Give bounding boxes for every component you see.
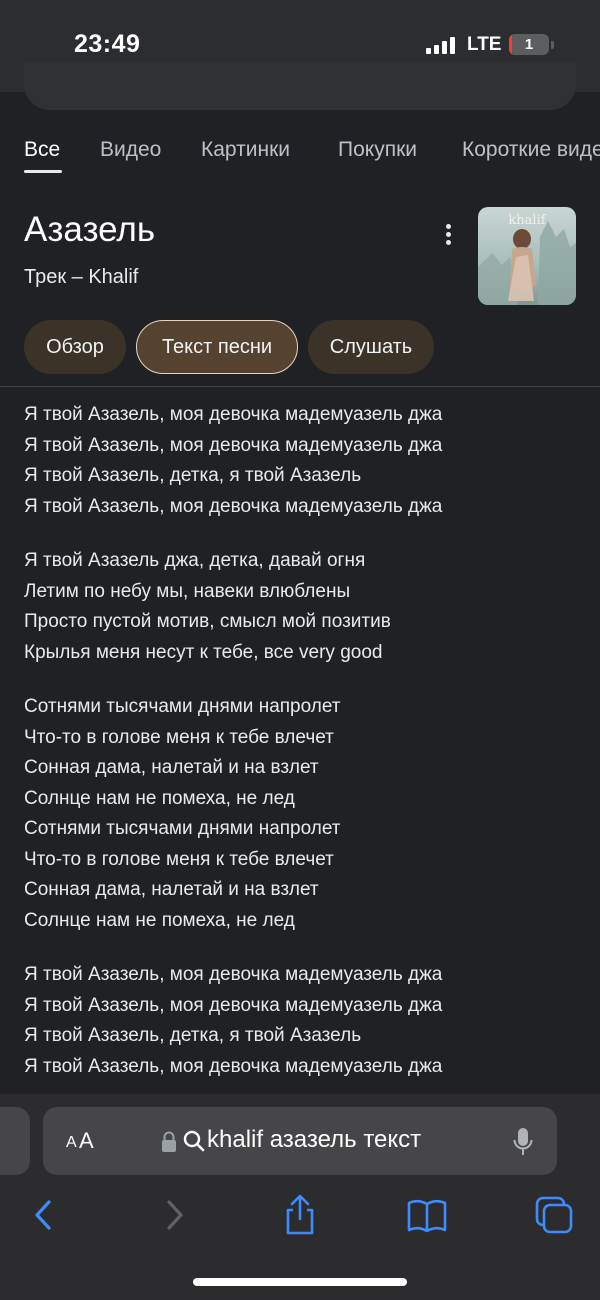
lyric-line: Сонная дама, налетай и на взлет <box>24 757 319 778</box>
home-indicator <box>193 1278 407 1286</box>
page: 23:49 LTE 1 Все Видео Картинки Покупки К… <box>0 0 600 1300</box>
divider <box>0 386 600 387</box>
lyric-line: Что-то в голове меня к тебе влечет <box>24 848 334 870</box>
chip-lyrics[interactable]: Текст песни <box>136 320 298 374</box>
lyric-line: Сотнями тысячами днями напролет <box>24 818 341 839</box>
lyrics-stanza: Я твой Азазель джа, детка, давай огня Лет… <box>24 546 584 668</box>
lyric-line: Солнце нам не помеха, не лед <box>24 909 295 931</box>
chip-listen[interactable]: Слушать <box>308 320 434 374</box>
album-art[interactable]: khalif <box>478 207 576 305</box>
lyric-line: Я твой Азазель, моя девочка мадемуазель … <box>24 404 443 425</box>
battery-level: 1 <box>524 36 534 53</box>
lyric-line: Я твой Азазель, детка, я твой Азазель <box>24 465 362 486</box>
lyric-line: Я твой Азазель, детка, я твой Азазель <box>24 1025 362 1046</box>
lyric-line: Я твой Азазель, моя девочка мадемуазель … <box>24 434 443 456</box>
search-filter-tabs: Все Видео Картинки Покупки Короткие виде… <box>0 132 600 176</box>
network-type: LTE <box>467 34 502 55</box>
bookmarks-icon[interactable] <box>405 1193 449 1237</box>
lyric-line: Сотнями тысячами днями напролет <box>24 696 341 717</box>
album-art-label: khalif <box>508 213 546 228</box>
lyric-line: Что-то в голове меня к тебе влечет <box>24 726 334 748</box>
album-art-image: khalif <box>478 207 576 305</box>
status-time: 23:49 <box>74 30 141 58</box>
tab-all[interactable]: Все <box>24 138 60 162</box>
lyrics: Я твой Азазель, моя девочка мадемуазель … <box>24 400 584 1106</box>
lyric-line: Летим по небу мы, навеки влюблены <box>24 580 351 602</box>
more-options-icon[interactable] <box>436 222 460 248</box>
chip-overview[interactable]: Обзор <box>24 320 126 374</box>
lyric-line: Просто пустой мотив, смысл мой позитив <box>24 611 391 632</box>
aa-small-letter: A <box>66 1134 77 1151</box>
lyric-line: Крылья меня несут к тебе, все very good <box>24 641 383 663</box>
address-text[interactable]: khalif азазель текст <box>207 1126 421 1154</box>
song-subtitle: Трек – Khalif <box>24 266 139 288</box>
battery-cap <box>551 41 554 49</box>
lyric-line: Сонная дама, налетай и на взлет <box>24 879 319 900</box>
reader-settings-button[interactable]: A A <box>66 1126 106 1156</box>
lyric-line: Я твой Азазель, моя девочка мадемуазель … <box>24 495 443 517</box>
forward-icon[interactable] <box>152 1193 196 1237</box>
aa-big-letter: A <box>79 1128 94 1153</box>
tab-shopping[interactable]: Покупки <box>338 138 417 162</box>
tab-images[interactable]: Картинки <box>201 138 290 162</box>
battery-icon: 1 <box>509 34 549 55</box>
active-tab-indicator <box>24 170 62 173</box>
mic-icon[interactable] <box>512 1127 534 1157</box>
tab-video[interactable]: Видео <box>100 138 161 162</box>
lyrics-stanza: Я твой Азазель, моя девочка мадемуазель … <box>24 400 584 522</box>
tabs-icon[interactable] <box>532 1193 576 1237</box>
tab-short-videos[interactable]: Короткие видео <box>462 138 600 162</box>
previous-tab-preview[interactable] <box>0 1107 30 1175</box>
lyrics-stanza: Сотнями тысячами днями напролет Что-то в … <box>24 692 584 936</box>
lyric-line: Я твой Азазель, моя девочка мадемуазель … <box>24 1055 443 1077</box>
song-title: Азазель <box>24 210 156 249</box>
search-icon <box>183 1130 205 1152</box>
lyric-line: Я твой Азазель, моя девочка мадемуазель … <box>24 964 443 985</box>
share-icon[interactable] <box>278 1193 322 1237</box>
lyric-line: Солнце нам не помеха, не лед <box>24 787 295 809</box>
lock-icon <box>162 1131 176 1152</box>
signal-icon <box>426 37 456 54</box>
back-icon[interactable] <box>22 1193 66 1237</box>
search-box[interactable] <box>24 62 576 110</box>
lyric-line: Я твой Азазель, моя девочка мадемуазель … <box>24 994 443 1016</box>
lyric-line: Я твой Азазель джа, детка, давай огня <box>24 550 366 571</box>
lyrics-stanza: Я твой Азазель, моя девочка мадемуазель … <box>24 960 584 1082</box>
